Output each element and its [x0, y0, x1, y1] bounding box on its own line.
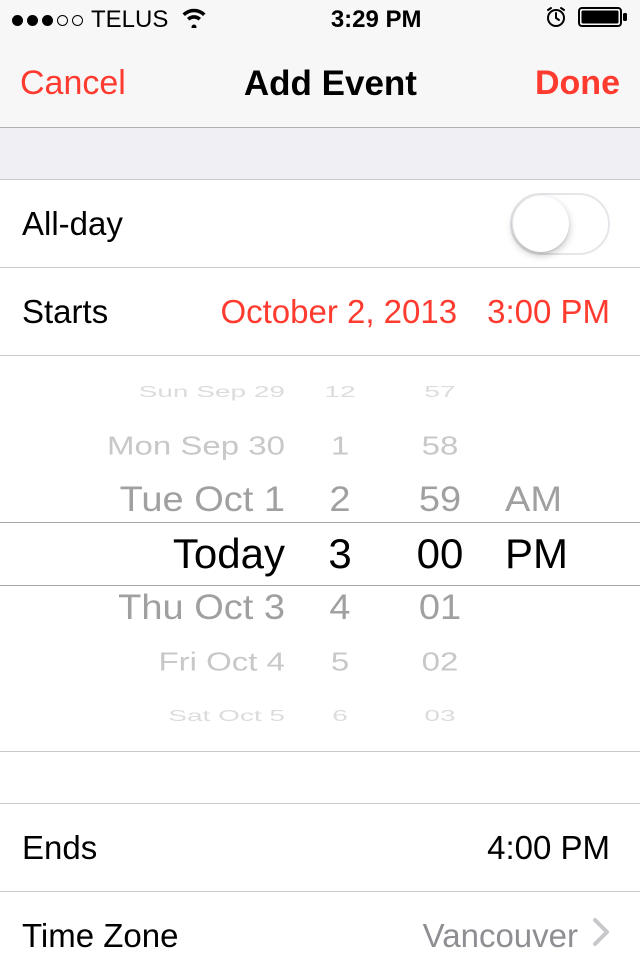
picker-minute-option[interactable]: 59: [419, 475, 461, 525]
picker-date-option[interactable]: Thu Oct 3: [118, 583, 285, 633]
picker-minute-option[interactable]: 02: [422, 640, 459, 682]
time-zone-row[interactable]: Time Zone Vancouver: [0, 892, 640, 980]
carrier-label: TELUS: [91, 6, 168, 34]
ends-row[interactable]: Ends 4:00 PM: [0, 804, 640, 892]
picker-date-selected[interactable]: Today: [173, 527, 285, 581]
ends-label: Ends: [22, 829, 97, 867]
wifi-icon: [180, 6, 208, 35]
nav-header: Cancel Add Event Done: [0, 40, 640, 128]
status-right: [544, 5, 628, 36]
picker-hour-option[interactable]: 2: [329, 475, 350, 525]
status-left: TELUS: [12, 6, 208, 35]
picker-hour-option[interactable]: 4: [329, 583, 350, 633]
picker-ampm-option[interactable]: AM: [505, 475, 562, 525]
battery-icon: [578, 6, 628, 35]
done-button[interactable]: Done: [535, 64, 620, 103]
starts-time-value: 3:00 PM: [487, 293, 610, 331]
picker-minute-option[interactable]: 01: [419, 583, 461, 633]
picker-minute-wheel[interactable]: 57 58 59 00 01 02 03: [385, 356, 495, 751]
chevron-right-icon: [592, 917, 610, 955]
picker-minute-option[interactable]: 57: [424, 377, 455, 407]
all-day-row[interactable]: All-day: [0, 180, 640, 268]
picker-date-option[interactable]: Tue Oct 1: [120, 475, 285, 525]
picker-hour-option[interactable]: 6: [332, 701, 348, 731]
all-day-label: All-day: [22, 205, 123, 243]
alarm-icon: [544, 5, 568, 36]
page-title: Add Event: [244, 64, 417, 104]
status-bar: TELUS 3:29 PM: [0, 0, 640, 40]
picker-ampm-wheel[interactable]: . . AM PM . . .: [495, 356, 640, 751]
picker-minute-selected[interactable]: 00: [417, 527, 464, 581]
picker-date-wheel[interactable]: Sun Sep 29 Mon Sep 30 Tue Oct 1 Today Th…: [0, 356, 295, 751]
time-zone-label: Time Zone: [22, 917, 179, 955]
ends-value: 4:00 PM: [487, 829, 610, 867]
picker-date-option[interactable]: Sun Sep 29: [139, 377, 285, 407]
picker-minute-option[interactable]: 03: [424, 701, 455, 731]
picker-date-option[interactable]: Sat Oct 5: [168, 701, 285, 731]
picker-hour-wheel[interactable]: 12 1 2 3 4 5 6: [295, 356, 385, 751]
starts-label: Starts: [22, 293, 108, 331]
picker-bottom-spacer: [0, 752, 640, 804]
signal-strength-icon: [12, 15, 83, 26]
all-day-toggle[interactable]: [510, 193, 610, 255]
status-time: 3:29 PM: [331, 6, 422, 34]
starts-row[interactable]: Starts October 2, 2013 3:00 PM: [0, 268, 640, 356]
picker-hour-option[interactable]: 5: [331, 640, 349, 682]
picker-ampm-selected[interactable]: PM: [505, 527, 568, 581]
date-time-picker[interactable]: Sun Sep 29 Mon Sep 30 Tue Oct 1 Today Th…: [0, 356, 640, 752]
picker-hour-selected[interactable]: 3: [328, 527, 351, 581]
starts-date-value: October 2, 2013: [220, 293, 457, 331]
picker-date-option[interactable]: Fri Oct 4: [158, 640, 285, 682]
section-spacer: [0, 128, 640, 180]
picker-date-option[interactable]: Mon Sep 30: [107, 424, 285, 466]
toggle-knob: [513, 196, 569, 252]
picker-minute-option[interactable]: 58: [422, 424, 459, 466]
picker-hour-option[interactable]: 1: [331, 424, 349, 466]
time-zone-value: Vancouver: [423, 917, 578, 955]
picker-hour-option[interactable]: 12: [324, 377, 355, 407]
cancel-button[interactable]: Cancel: [20, 64, 126, 103]
